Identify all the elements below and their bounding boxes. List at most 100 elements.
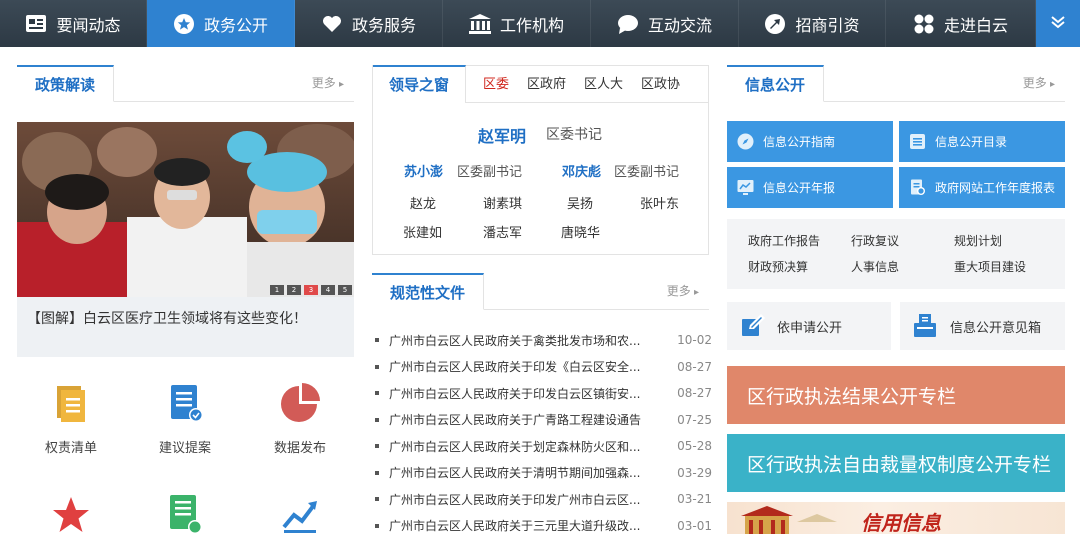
tab-district-congress[interactable]: 区人大: [584, 66, 623, 103]
list-item[interactable]: 广州市白云区人民政府关于印发白云区镇街安... 08-27: [372, 380, 712, 407]
link-budget[interactable]: 财政预决算: [748, 258, 808, 275]
nav-item-gov-affairs[interactable]: 政务公开: [147, 0, 295, 47]
info-links-box: 政府工作报告 行政复议 规划计划 财政预决算 人事信息 重大项目建设: [727, 219, 1065, 289]
shortcut-trend[interactable]: [245, 495, 355, 534]
nav-item-agencies[interactable]: 工作机构: [443, 0, 591, 47]
leader-deputy-title: 区委副书记: [614, 165, 680, 180]
bullet: [375, 417, 379, 422]
list-item[interactable]: 广州市白云区人民政府关于印发广州市白云区... 03-21: [372, 486, 712, 513]
document-title[interactable]: 广州市白云区人民政府关于清明节期间加强森...: [389, 464, 652, 481]
shortcut-proposals[interactable]: 建议提案: [130, 383, 240, 456]
leader-member-name[interactable]: 潘志军: [483, 222, 522, 241]
shortcut-document-five[interactable]: [130, 493, 240, 534]
list-icon: [909, 133, 926, 150]
pie-chart-icon: [280, 383, 320, 427]
link-admin-review[interactable]: 行政复议: [851, 232, 899, 249]
leader-member-name[interactable]: 谢素琪: [483, 193, 522, 212]
apply-disclosure-label: 依申请公开: [777, 320, 843, 336]
link-gov-work-report[interactable]: 政府工作报告: [748, 232, 820, 249]
pager-dot[interactable]: 4: [321, 285, 335, 295]
bullet: [375, 391, 379, 396]
credit-building-image: [741, 506, 837, 534]
pager-dot[interactable]: 1: [270, 285, 284, 295]
policy-title[interactable]: 政策解读: [17, 65, 115, 102]
leader-member-name[interactable]: 张叶东: [640, 193, 679, 212]
list-item[interactable]: 广州市白云区人民政府关于清明节期间加强森... 03-29: [372, 460, 712, 487]
info-mailbox-button[interactable]: 信息公开意见箱: [900, 302, 1065, 350]
tab-district-cppcc[interactable]: 区政协: [641, 66, 680, 103]
document-title[interactable]: 广州市白云区人民政府关于禽类批发市场和农...: [389, 332, 652, 349]
nav-item-investment[interactable]: 招商引资: [739, 0, 886, 47]
report-icon: [909, 179, 926, 196]
leader-deputy-name[interactable]: 苏小澎: [404, 161, 443, 180]
pager-dot[interactable]: 5: [338, 285, 352, 295]
info-more-link[interactable]: 更多: [1023, 65, 1055, 103]
bullet: [375, 364, 379, 369]
mailbox-icon: [914, 314, 938, 338]
nav-label-gov-affairs: 政务公开: [203, 15, 268, 35]
credit-info-banner[interactable]: 信用信息: [727, 502, 1065, 534]
link-major-projects[interactable]: 重大项目建设: [954, 258, 1026, 275]
nav-item-about-baiyun[interactable]: 走进白云: [886, 0, 1036, 47]
tab-district-committee[interactable]: 区委: [483, 66, 509, 103]
leader-member-name[interactable]: 张建如: [403, 222, 442, 241]
list-item[interactable]: 广州市白云区人民政府关于印发《白云区安全... 08-27: [372, 354, 712, 381]
documents-title[interactable]: 规范性文件: [372, 273, 485, 310]
website-annual-report-label: 政府网站工作年度报表: [935, 181, 1056, 195]
document-title[interactable]: 广州市白云区人民政府关于广青路工程建设通告: [389, 411, 652, 428]
info-annual-report-button[interactable]: 信息公开年报: [727, 167, 893, 208]
info-catalog-button[interactable]: 信息公开目录: [899, 121, 1065, 162]
enforcement-results-banner[interactable]: 区行政执法结果公开专栏: [727, 366, 1065, 424]
documents-more-link[interactable]: 更多: [667, 273, 699, 311]
info-guide-button[interactable]: 信息公开指南: [727, 121, 893, 162]
info-title[interactable]: 信息公开: [727, 65, 825, 102]
heart-icon: [321, 13, 343, 35]
chat-icon: [617, 13, 639, 35]
building-icon: [468, 13, 491, 35]
link-planning[interactable]: 规划计划: [954, 232, 1002, 249]
leaders-panel: 领导之窗 区委 区政府 区人大 区政协 赵军明 区委书记 苏小澎 区委副书记 邓…: [372, 65, 709, 255]
list-item[interactable]: 广州市白云区人民政府关于划定森林防火区和... 05-28: [372, 433, 712, 460]
pager-dot-active[interactable]: 3: [304, 285, 318, 295]
tab-district-government[interactable]: 区政府: [527, 66, 566, 103]
document-five-icon: [164, 495, 206, 534]
document-title[interactable]: 广州市白云区人民政府关于印发广州市白云区...: [389, 491, 652, 508]
bullet: [375, 470, 379, 475]
list-item[interactable]: 广州市白云区人民政府关于广青路工程建设通告 07-25: [372, 407, 712, 434]
info-header: 信息公开 更多: [727, 65, 1065, 102]
discretion-system-banner[interactable]: 区行政执法自由裁量权制度公开专栏: [727, 434, 1065, 492]
policy-photo[interactable]: 1 2 3 4 5: [17, 122, 354, 297]
nav-item-gov-service[interactable]: 政务服务: [295, 0, 443, 47]
nav-item-news[interactable]: 要闻动态: [0, 0, 147, 47]
document-title[interactable]: 广州市白云区人民政府关于印发《白云区安全...: [389, 358, 652, 375]
shortcut-label: 建议提案: [158, 441, 211, 456]
policy-header: 政策解读 更多: [17, 65, 354, 102]
apply-disclosure-button[interactable]: 依申请公开: [727, 302, 891, 350]
document-title[interactable]: 广州市白云区人民政府关于印发白云区镇街安...: [389, 385, 652, 402]
tab-leaders-window[interactable]: 领导之窗: [373, 65, 467, 103]
nav-item-interaction[interactable]: 互动交流: [591, 0, 739, 47]
leader-member-name[interactable]: 吴扬: [567, 193, 593, 212]
document-date: 07-25: [677, 412, 712, 427]
document-date: 03-01: [677, 518, 712, 533]
shortcut-data-release[interactable]: 数据发布: [245, 383, 355, 456]
list-item[interactable]: 广州市白云区人民政府关于三元里大道升级改... 03-01: [372, 513, 712, 534]
document-date: 10-02: [677, 333, 712, 348]
leader-chief-name[interactable]: 赵军明: [478, 123, 526, 147]
bullet: [375, 338, 379, 343]
shortcut-responsibility-list[interactable]: 权责清单: [16, 383, 126, 456]
policy-caption[interactable]: 【图解】白云区医疗卫生领域将有这些变化！: [17, 297, 354, 357]
website-annual-report-button[interactable]: 政府网站工作年度报表: [899, 167, 1065, 208]
document-title[interactable]: 广州市白云区人民政府关于划定森林防火区和...: [389, 438, 652, 455]
shortcut-star[interactable]: [16, 495, 126, 534]
nav-more-button[interactable]: [1036, 0, 1080, 47]
leader-deputy-name[interactable]: 邓庆彪: [562, 161, 601, 180]
document-title[interactable]: 广州市白云区人民政府关于三元里大道升级改...: [389, 517, 652, 534]
documents-list: 广州市白云区人民政府关于禽类批发市场和农... 10-02 广州市白云区人民政府关…: [372, 327, 712, 534]
policy-more-link[interactable]: 更多: [312, 65, 344, 103]
pager-dot[interactable]: 2: [287, 285, 301, 295]
link-personnel[interactable]: 人事信息: [851, 258, 899, 275]
leader-member-name[interactable]: 唐晓华: [561, 222, 600, 241]
list-item[interactable]: 广州市白云区人民政府关于禽类批发市场和农... 10-02: [372, 327, 712, 354]
leader-member-name[interactable]: 赵龙: [410, 193, 436, 212]
